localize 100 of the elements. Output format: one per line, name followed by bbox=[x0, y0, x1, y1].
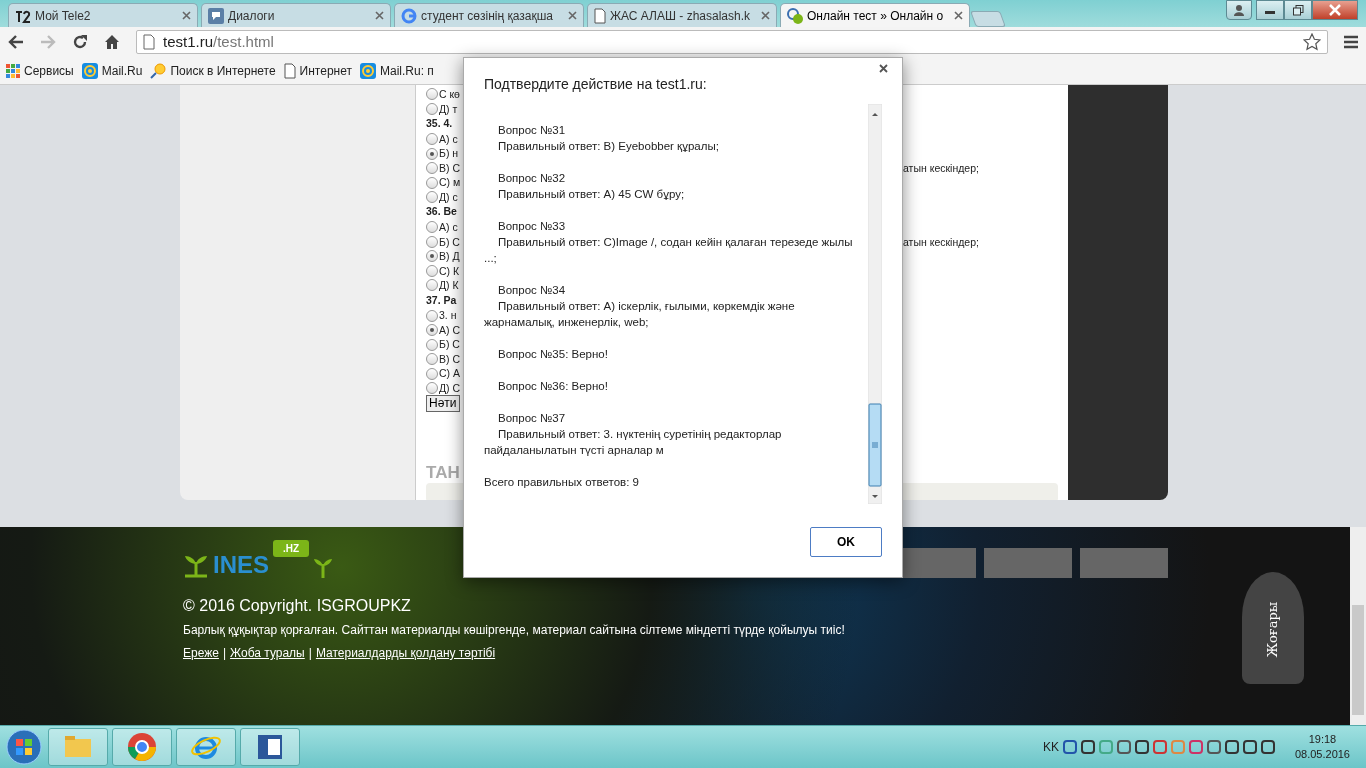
taskbar-app[interactable] bbox=[240, 728, 300, 766]
answer-text: Правильный ответ: А) іскерлік, ғылыми, көркемдік және жарнамалық, инженерлік, web; bbox=[484, 299, 796, 330]
link-separator: | bbox=[308, 645, 312, 662]
restore-button[interactable] bbox=[1284, 0, 1312, 20]
option-text: В) С bbox=[439, 160, 460, 176]
scroll-up-label[interactable]: Жоғары bbox=[1263, 598, 1283, 661]
question-label: Вопрос №36: Верно! bbox=[497, 379, 609, 394]
tray-icon[interactable] bbox=[1134, 740, 1149, 754]
option-text: В) Д bbox=[439, 249, 460, 264]
language-indicator[interactable]: KK bbox=[1042, 738, 1059, 756]
tray-icon[interactable] bbox=[1116, 740, 1131, 754]
option-text: Д) т bbox=[439, 101, 458, 116]
url-text: test1.ru/test.html bbox=[163, 31, 274, 52]
tray-icon[interactable] bbox=[1080, 740, 1095, 754]
browser-tab[interactable]: Диалоги bbox=[201, 3, 391, 27]
minimize-button[interactable] bbox=[1256, 0, 1284, 20]
footer-link[interactable]: Ереже bbox=[183, 644, 219, 662]
question-label: Вопрос №33 bbox=[497, 219, 567, 234]
menu-icon[interactable] bbox=[1344, 35, 1358, 49]
question-heading: 35. 4. bbox=[426, 116, 453, 131]
radio-button[interactable] bbox=[426, 191, 438, 203]
option-text: Д) С bbox=[439, 380, 461, 396]
question-heading: 36. Ве bbox=[426, 204, 457, 219]
question-label: Вопрос №32 bbox=[497, 171, 567, 186]
apps-grid-icon bbox=[6, 63, 20, 78]
radio-button[interactable] bbox=[426, 133, 438, 145]
tray-icon[interactable] bbox=[1224, 740, 1239, 754]
address-bar[interactable]: test1.ru/test.html bbox=[136, 30, 1328, 54]
scrollbar-drawing[interactable] bbox=[868, 104, 882, 504]
bookmark-link[interactable]: Сервисы bbox=[6, 61, 74, 80]
home-icon[interactable] bbox=[104, 34, 120, 50]
radio-button[interactable] bbox=[426, 147, 438, 160]
logo-tag: .HZ bbox=[273, 540, 310, 557]
radio-button[interactable] bbox=[426, 264, 438, 277]
question-heading: 37. Ра bbox=[426, 292, 457, 307]
scroll-thumb[interactable] bbox=[1352, 605, 1364, 715]
bookmark-link[interactable]: Mail.Ru: п bbox=[359, 61, 434, 80]
bookmark-link[interactable]: Mail.Ru bbox=[81, 61, 143, 80]
back-arrow-icon[interactable] bbox=[8, 35, 24, 49]
option-text: Б) н bbox=[439, 146, 459, 161]
bookmark-link[interactable]: Интернет bbox=[283, 61, 352, 80]
reload-icon[interactable] bbox=[72, 34, 88, 50]
result-button[interactable]: Нәти bbox=[426, 395, 460, 413]
radio-button[interactable] bbox=[426, 367, 438, 380]
t2-logo-icon bbox=[15, 8, 31, 23]
close-icon[interactable] bbox=[954, 11, 963, 20]
question-label: Вопрос №37 bbox=[497, 411, 567, 426]
taskbar-app[interactable] bbox=[112, 728, 172, 766]
close-icon[interactable] bbox=[568, 11, 577, 20]
document-icon bbox=[143, 34, 155, 50]
radio-button[interactable] bbox=[426, 235, 438, 248]
radio-button[interactable] bbox=[426, 250, 438, 263]
radio-button[interactable] bbox=[426, 176, 438, 189]
close-icon[interactable] bbox=[375, 11, 384, 20]
rocket-shape[interactable] bbox=[1242, 572, 1304, 684]
radio-button[interactable] bbox=[426, 353, 438, 365]
browser-tab[interactable]: студент сөзінің қазақша bbox=[394, 3, 584, 27]
profile-button[interactable] bbox=[1226, 0, 1252, 20]
start-orb-icon[interactable] bbox=[4, 727, 44, 767]
tray-icon[interactable] bbox=[1062, 740, 1077, 754]
question-label: Вопрос №31 bbox=[497, 123, 567, 138]
browser-tab[interactable]: ЖАС АЛАШ - zhasalash.k bbox=[587, 3, 777, 27]
document-icon bbox=[594, 7, 606, 24]
rings-icon bbox=[787, 7, 803, 24]
close-icon bbox=[1329, 4, 1341, 16]
option-text: 3. н bbox=[439, 308, 457, 323]
browser-tab[interactable]: Мой Tele2 bbox=[8, 3, 198, 27]
dialog-title: Подтвердите действие на test1.ru: bbox=[484, 75, 708, 94]
logo-text: INES bbox=[213, 552, 269, 578]
close-icon[interactable] bbox=[761, 11, 770, 20]
radio-button[interactable] bbox=[426, 338, 438, 351]
option-text: А) С bbox=[439, 322, 460, 338]
footer-link[interactable]: Жоба туралы bbox=[230, 644, 305, 662]
radio-button[interactable] bbox=[426, 279, 438, 292]
option-text: А) с bbox=[439, 131, 458, 147]
radio-button[interactable] bbox=[426, 324, 438, 336]
radio-button[interactable] bbox=[426, 102, 438, 115]
radio-button[interactable] bbox=[426, 162, 438, 174]
section-heading: ТАН bbox=[426, 462, 460, 485]
ok-button[interactable]: OK bbox=[810, 527, 882, 557]
footer-link[interactable]: Материалдарды қолдану тәртібі bbox=[315, 644, 496, 662]
at-sign-icon bbox=[359, 62, 376, 79]
radio-button[interactable] bbox=[426, 88, 438, 101]
option-text: С) А bbox=[439, 366, 460, 381]
restore-icon bbox=[1292, 4, 1304, 16]
answer-text: Правильный ответ: С)Image /, содан кейін қалаған терезеде жылы ...; bbox=[484, 235, 854, 266]
clock[interactable]: 19:18 08.05.2016 bbox=[1278, 732, 1366, 762]
document-icon bbox=[283, 62, 296, 79]
tray-icon[interactable] bbox=[1242, 740, 1257, 754]
close-icon[interactable] bbox=[182, 11, 191, 20]
star-icon[interactable] bbox=[1303, 33, 1321, 51]
radio-button[interactable] bbox=[426, 221, 438, 234]
bookmark-link[interactable]: Поиск в Интернете bbox=[150, 61, 276, 80]
option-text: В) С bbox=[439, 351, 460, 367]
radio-button[interactable] bbox=[426, 309, 438, 322]
radio-button[interactable] bbox=[426, 382, 438, 394]
tray-icon[interactable] bbox=[1260, 740, 1275, 754]
close-button[interactable] bbox=[1312, 0, 1358, 20]
browser-tab[interactable]: Онлайн тест » Онлайн о bbox=[780, 3, 970, 27]
tray-icon[interactable] bbox=[1206, 740, 1221, 754]
